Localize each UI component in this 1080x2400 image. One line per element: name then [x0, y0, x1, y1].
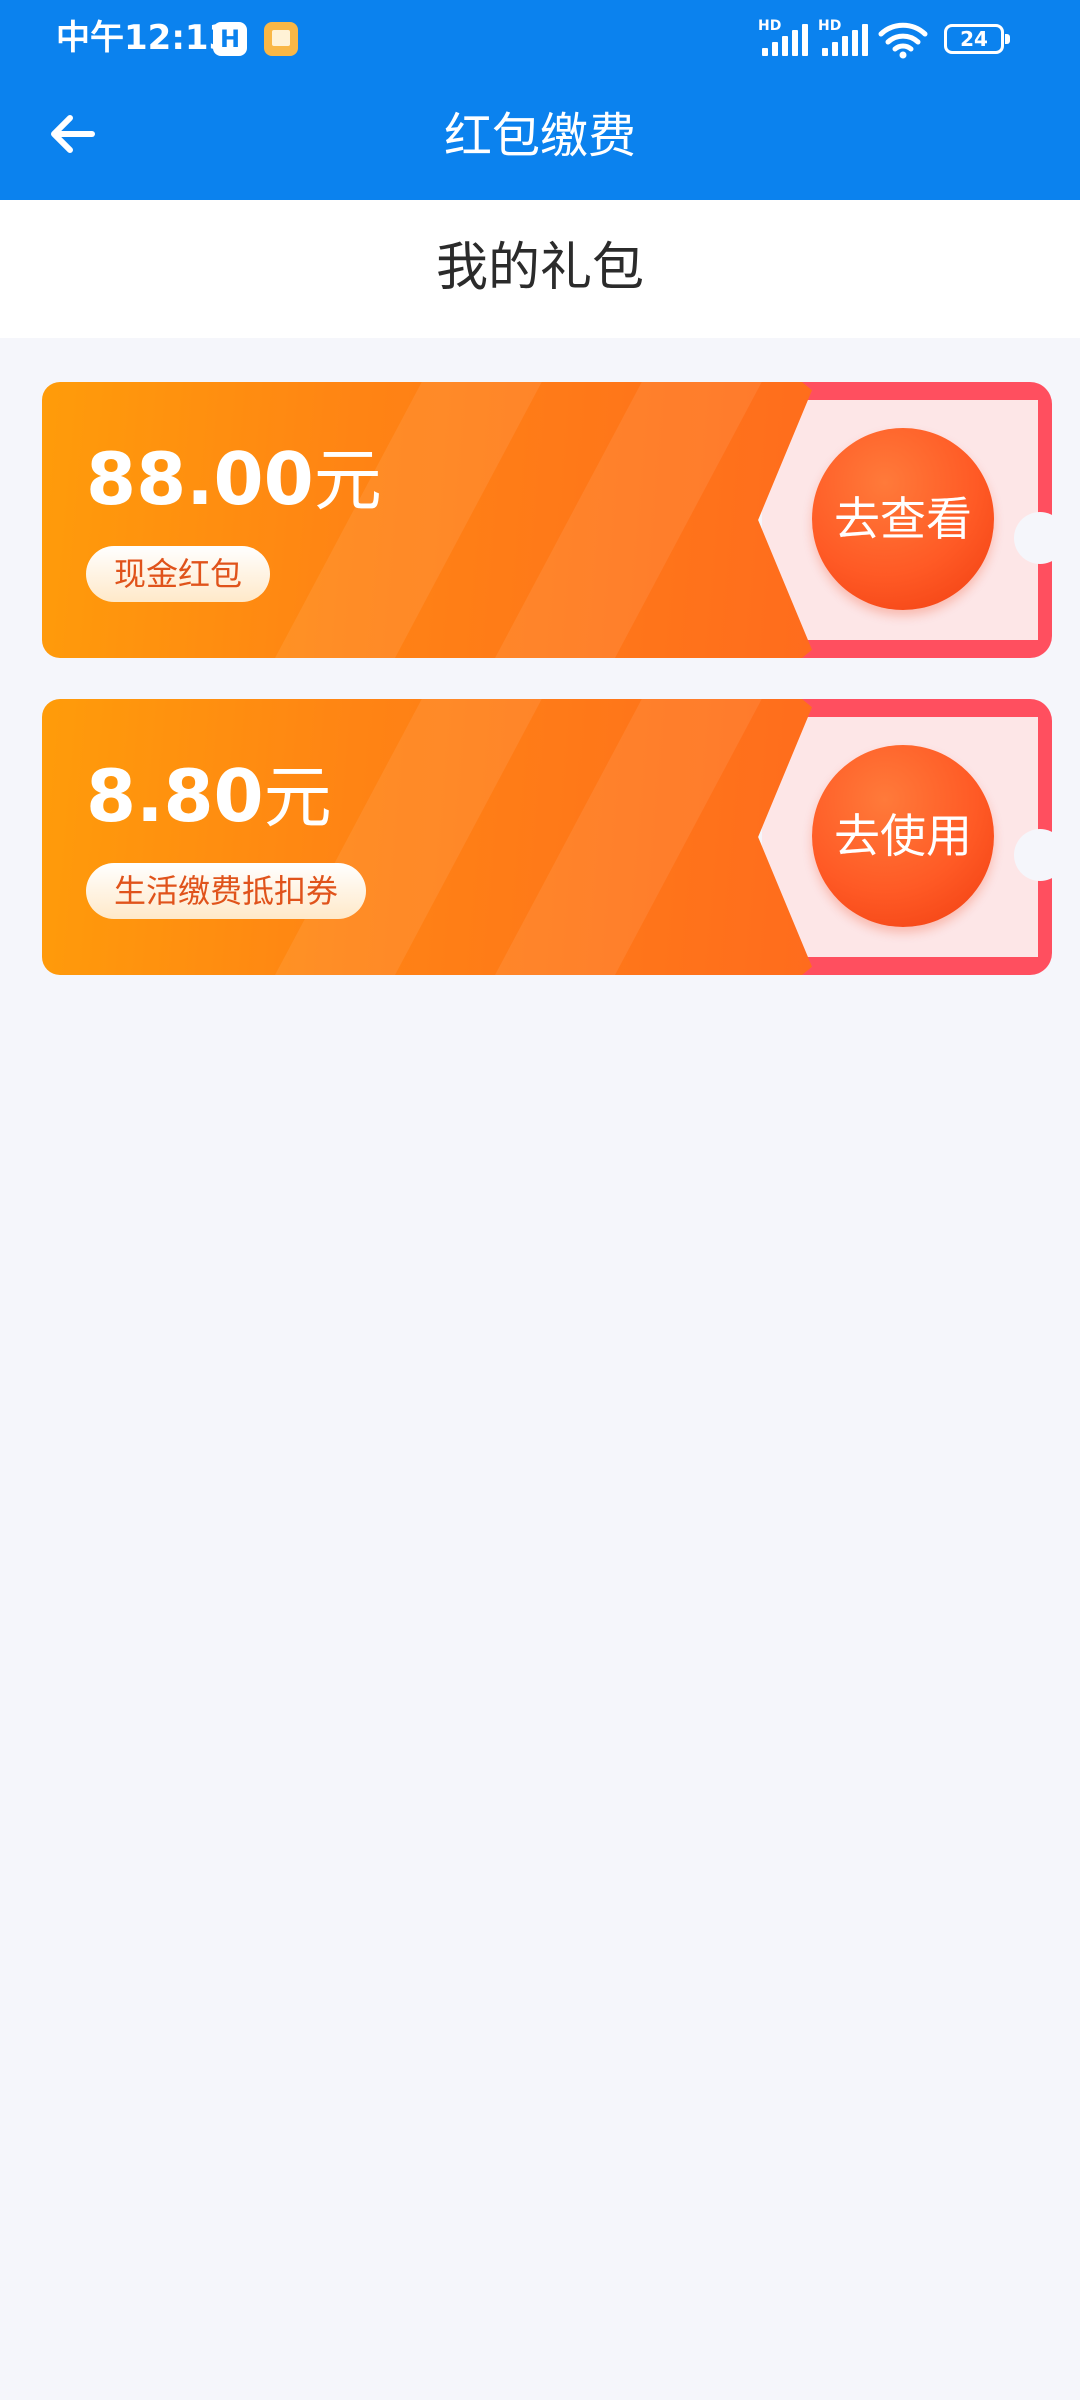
amount-value: 88.00	[86, 437, 314, 521]
notes-app-icon	[264, 22, 298, 56]
cellular-signal-icon: HD	[758, 18, 812, 58]
card-amount: 88.00元	[86, 434, 382, 527]
section-header: 我的礼包	[0, 200, 1080, 338]
gift-card-cash-red-packet: 88.00元 现金红包 去查看	[42, 382, 1066, 658]
amount-value: 8.80	[86, 754, 264, 838]
gift-card-utility-coupon: 8.80元 生活缴费抵扣券 去使用	[42, 699, 1066, 975]
page-title: 红包缴费	[443, 108, 636, 164]
signal-hd-label: HD	[818, 18, 842, 34]
card-body: 8.80元 生活缴费抵扣券	[42, 699, 812, 975]
arrow-left-icon	[51, 115, 95, 153]
status-time: 中午12:13	[56, 18, 233, 58]
back-button[interactable]	[36, 96, 116, 176]
view-button[interactable]: 去查看	[812, 428, 994, 610]
card-notch	[1014, 829, 1066, 881]
wifi-icon	[878, 22, 928, 59]
card-notch	[1014, 512, 1066, 564]
app-header: 中午12:13 H HD HD 24 红包缴费	[0, 0, 1080, 200]
amount-unit: 元	[263, 759, 332, 838]
card-amount: 8.80元	[86, 751, 332, 844]
amount-unit: 元	[313, 442, 382, 521]
card-type-tag: 现金红包	[86, 546, 271, 602]
notification-app-letter: H	[219, 25, 241, 53]
signal-hd-label: HD	[758, 18, 782, 34]
battery-icon: 24	[944, 24, 1010, 54]
status-bar: 中午12:13 H HD HD 24	[0, 0, 1080, 78]
battery-level: 24	[960, 27, 988, 51]
section-title: 我的礼包	[435, 238, 644, 298]
card-body: 88.00元 现金红包	[42, 382, 812, 658]
cellular-signal-icon: HD	[818, 18, 872, 58]
notification-app-icon: H	[213, 22, 247, 56]
card-type-tag: 生活缴费抵扣券	[86, 863, 367, 919]
use-button[interactable]: 去使用	[812, 745, 994, 927]
